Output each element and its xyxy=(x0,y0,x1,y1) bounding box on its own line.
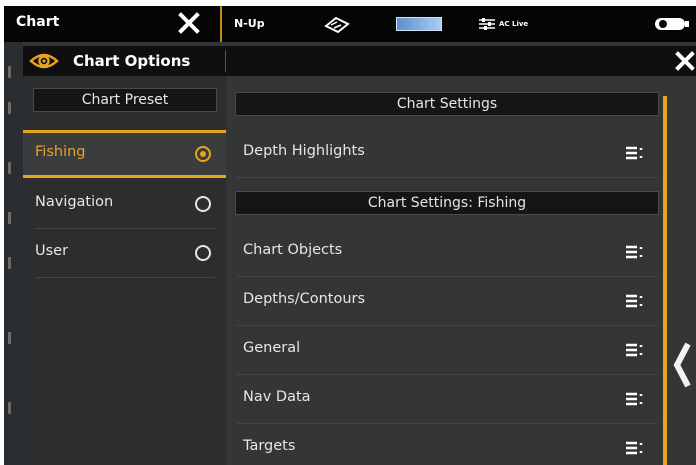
preset-option-navigation[interactable]: Navigation xyxy=(23,180,226,228)
eye-icon xyxy=(29,53,59,69)
chart-settings-header: Chart Settings xyxy=(235,92,659,116)
dialog-header: Chart Options xyxy=(23,46,696,76)
settings-panel: Chart Settings Depth Highlights Chart Se… xyxy=(229,76,669,465)
scrollbar[interactable] xyxy=(663,96,667,465)
close-x-icon[interactable] xyxy=(675,51,695,71)
preset-label: User xyxy=(35,243,69,259)
close-x-icon[interactable] xyxy=(178,12,200,34)
chart-settings-fishing-header: Chart Settings: Fishing xyxy=(235,191,659,215)
menu-list-icon[interactable] xyxy=(625,342,643,358)
preset-option-fishing[interactable]: Fishing xyxy=(23,130,226,178)
menu-list-icon[interactable] xyxy=(625,391,643,407)
menu-row-nav-data[interactable]: Nav Data xyxy=(237,375,657,424)
menu-row-label: General xyxy=(243,340,301,356)
ac-live-label: AC Live xyxy=(499,20,529,28)
divider xyxy=(35,277,215,278)
menu-row-label: Depths/Contours xyxy=(243,291,366,307)
preset-panel: Chart Preset Fishing Navigation User xyxy=(23,76,226,465)
menu-list-icon[interactable] xyxy=(625,145,643,161)
battery-icon xyxy=(655,18,689,30)
menu-row-label: Depth Highlights xyxy=(243,143,365,159)
screen: Chart N-Up AC Live Chart Options Chart P… xyxy=(4,6,696,465)
radio-empty-icon[interactable] xyxy=(195,245,211,261)
sliders-icon xyxy=(479,18,495,30)
menu-row-depths-contours[interactable]: Depths/Contours xyxy=(237,277,657,326)
app-title: Chart xyxy=(16,14,60,30)
chart-options-dialog: Chart Options Chart Preset Fishing Navig… xyxy=(23,42,696,465)
status-bar: Chart N-Up AC Live xyxy=(4,6,696,42)
menu-row-targets[interactable]: Targets xyxy=(237,424,657,465)
menu-row-chart-objects[interactable]: Chart Objects xyxy=(237,228,657,277)
menu-row-label: Nav Data xyxy=(243,389,311,405)
radio-empty-icon[interactable] xyxy=(195,196,211,212)
menu-list-icon[interactable] xyxy=(625,293,643,309)
menu-row-label: Targets xyxy=(243,438,296,454)
view-mode-label[interactable]: N-Up xyxy=(234,17,265,30)
menu-list-icon[interactable] xyxy=(625,244,643,260)
chevron-left-icon[interactable] xyxy=(671,330,696,400)
preset-label: Navigation xyxy=(35,194,114,210)
preset-label: Fishing xyxy=(35,144,86,160)
radio-selected-icon[interactable] xyxy=(195,146,211,162)
preset-header: Chart Preset xyxy=(33,88,217,112)
sonar-signal-icon xyxy=(324,16,350,34)
menu-row-general[interactable]: General xyxy=(237,326,657,375)
ac-live-indicator[interactable]: AC Live xyxy=(478,15,528,33)
menu-row-depth-highlights[interactable]: Depth Highlights xyxy=(237,129,657,178)
signal-gradient-bar xyxy=(396,17,442,31)
header-divider xyxy=(225,50,226,72)
pane-divider xyxy=(220,6,222,42)
menu-row-label: Chart Objects xyxy=(243,242,343,258)
preset-option-user[interactable]: User xyxy=(23,229,226,277)
underlying-chart-strip xyxy=(4,42,24,465)
dialog-title: Chart Options xyxy=(73,52,191,70)
menu-list-icon[interactable] xyxy=(625,440,643,456)
